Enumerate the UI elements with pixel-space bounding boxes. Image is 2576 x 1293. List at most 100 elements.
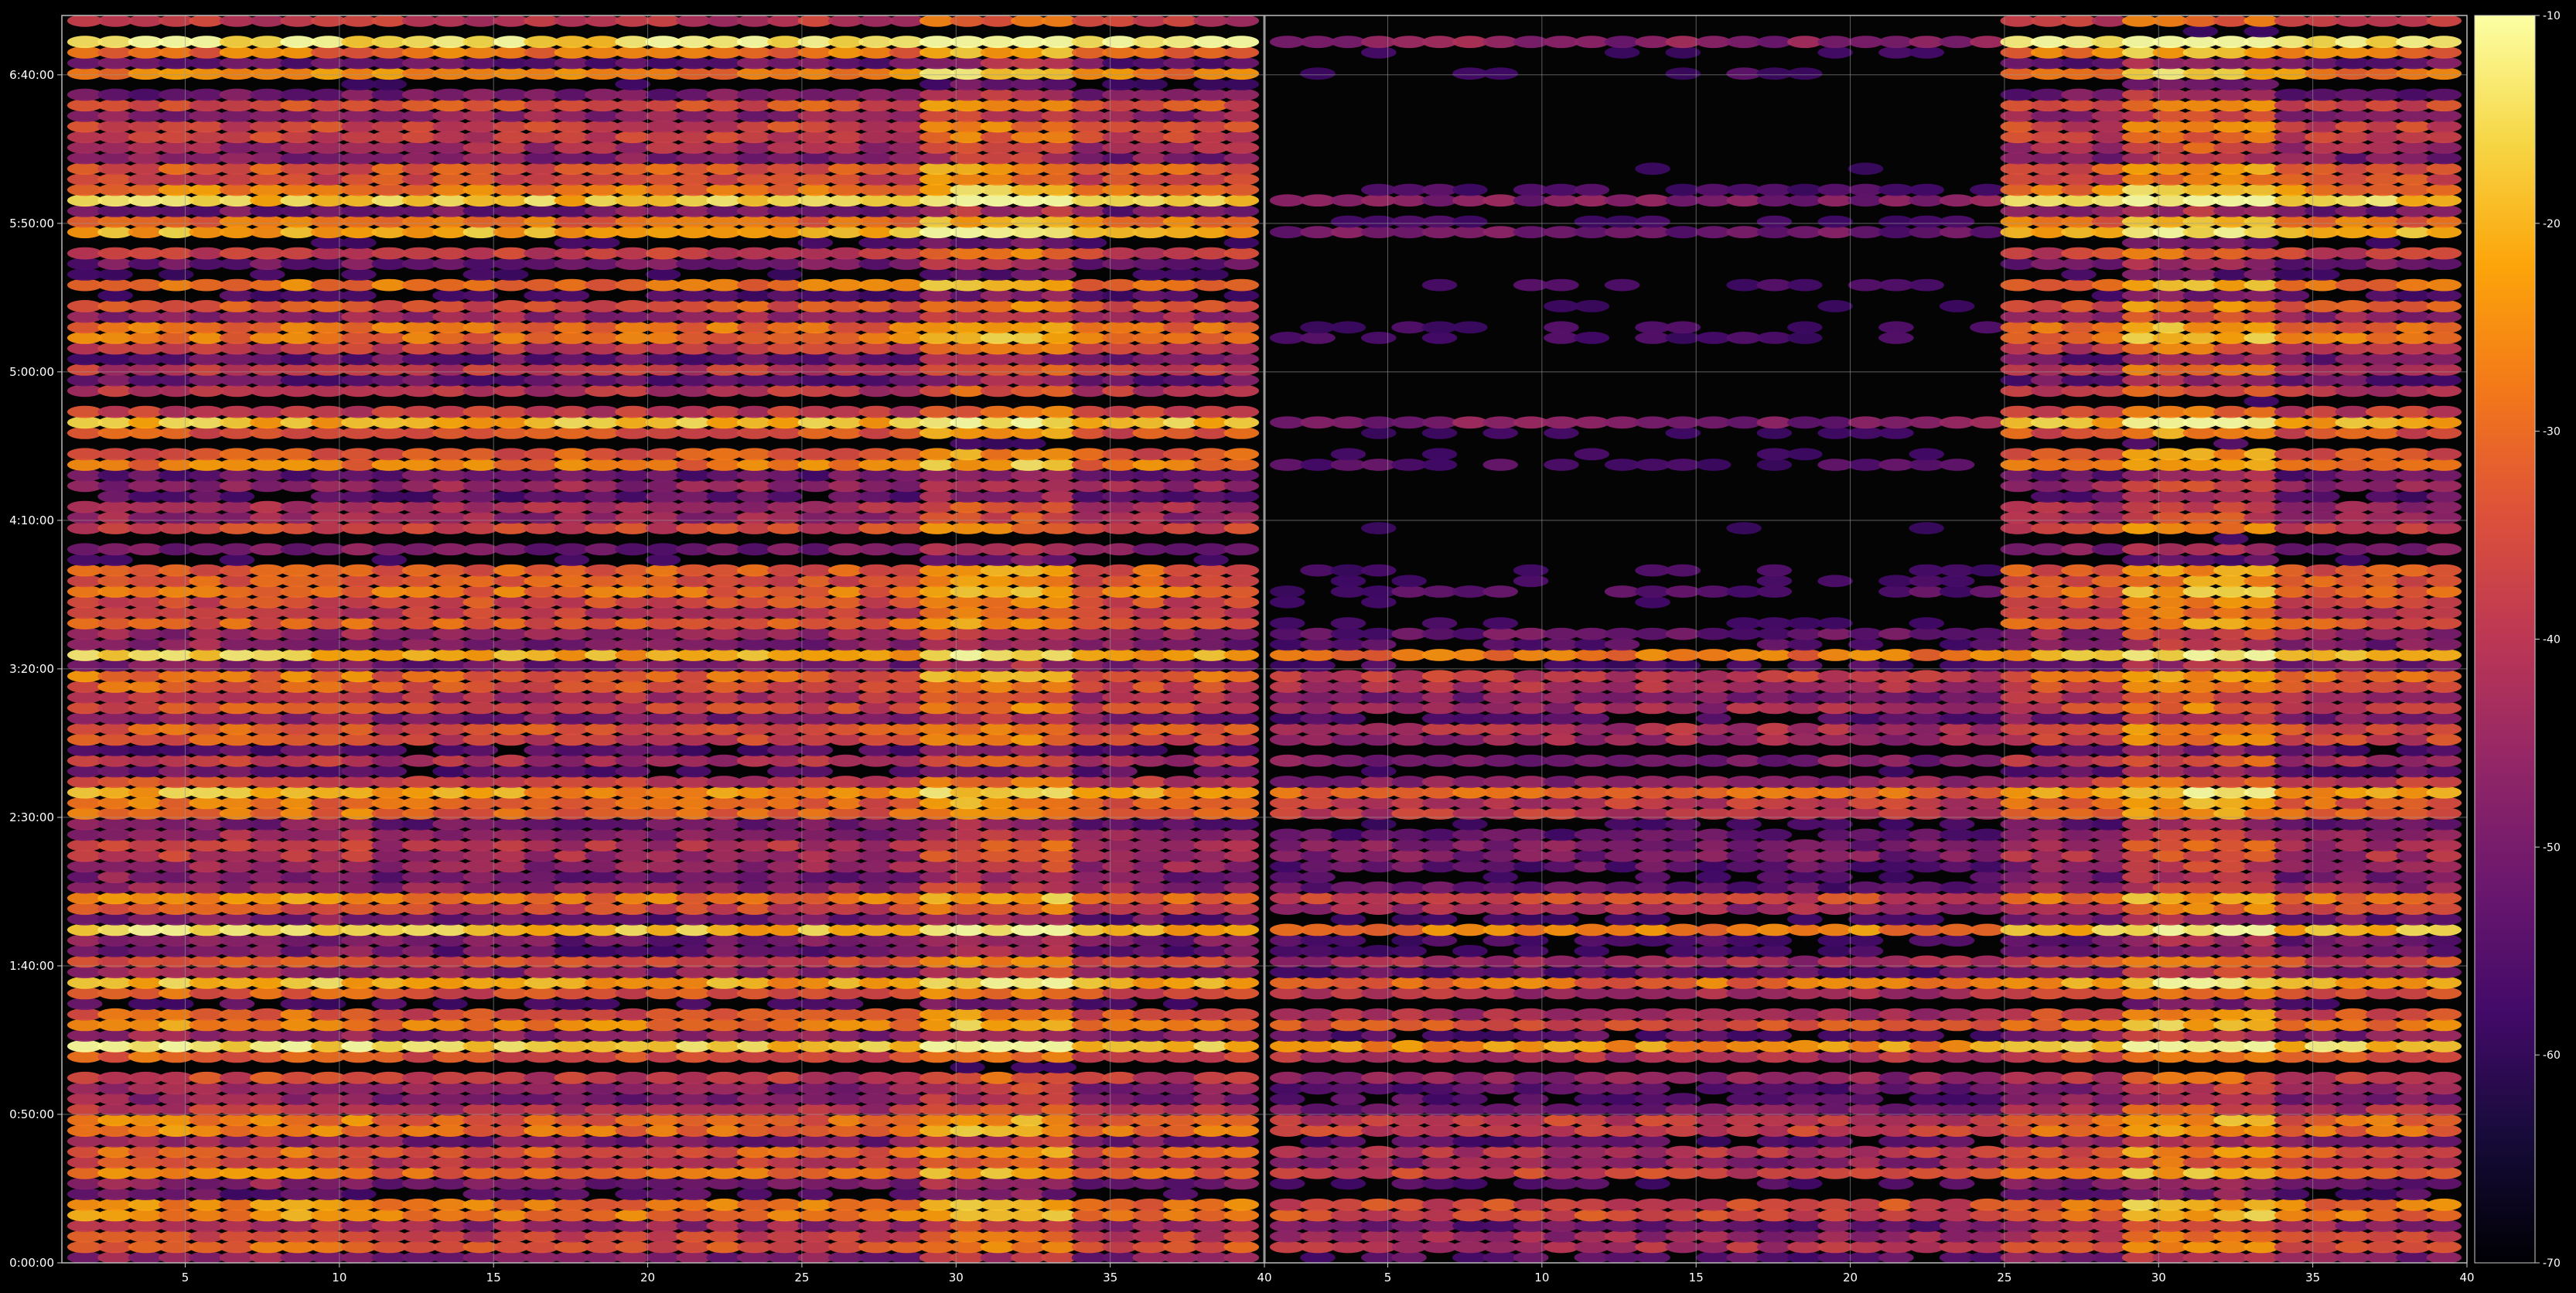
heatmap-cell — [706, 987, 742, 1000]
heatmap-cell — [1102, 459, 1138, 471]
heatmap-cell — [767, 659, 803, 672]
heatmap-cell — [585, 88, 620, 101]
heatmap-cell — [371, 67, 408, 80]
heatmap-cell — [371, 78, 408, 90]
heatmap-cell — [1011, 374, 1046, 387]
heatmap-cell — [2182, 1082, 2219, 1095]
heatmap-cell — [310, 817, 346, 831]
heatmap-cell — [858, 384, 894, 397]
heatmap-cell — [889, 46, 925, 59]
heatmap-cell — [1817, 1156, 1853, 1168]
heatmap-cell — [1102, 1050, 1138, 1063]
heatmap-cell — [2426, 1240, 2462, 1254]
heatmap-cell — [371, 110, 408, 122]
heatmap-cell — [341, 300, 377, 312]
heatmap-cell — [889, 849, 925, 862]
heatmap-cell — [950, 1198, 985, 1211]
heatmap-cell — [219, 595, 255, 609]
heatmap-cell — [1223, 923, 1260, 936]
heatmap-cell — [1132, 638, 1168, 651]
heatmap-cell — [524, 289, 559, 302]
heatmap-cell — [310, 606, 346, 619]
heatmap-cell — [919, 585, 955, 598]
heatmap-cell — [767, 797, 803, 810]
heatmap-cell — [1132, 152, 1168, 165]
heatmap-cell — [2335, 1251, 2370, 1263]
heatmap-cell — [858, 173, 894, 186]
heatmap-cell — [462, 860, 499, 873]
heatmap-cell — [1011, 944, 1046, 957]
heatmap-cell — [2243, 1103, 2279, 1116]
heatmap-cell — [2305, 1240, 2340, 1254]
heatmap-cell — [310, 131, 346, 144]
heatmap-cell — [67, 1209, 103, 1222]
heatmap-cell — [341, 1050, 377, 1063]
heatmap-cell — [401, 342, 438, 355]
heatmap-cell — [919, 363, 955, 376]
heatmap-cell — [706, 817, 742, 831]
heatmap-cell — [1132, 606, 1168, 619]
heatmap-cell — [2030, 1039, 2066, 1052]
heatmap-cell — [189, 88, 224, 101]
heatmap-cell — [827, 374, 864, 387]
heatmap-cell — [706, 649, 742, 661]
heatmap-cell — [1193, 902, 1229, 915]
heatmap-cell — [1513, 1103, 1549, 1116]
heatmap-cell — [462, 1240, 499, 1254]
heatmap-cell — [189, 258, 224, 271]
heatmap-cell — [797, 448, 834, 461]
heatmap-cell — [67, 405, 103, 418]
heatmap-cell — [1223, 691, 1260, 704]
heatmap-cell — [280, 1220, 316, 1233]
heatmap-cell — [1193, 923, 1229, 936]
heatmap-cell — [736, 976, 773, 989]
heatmap-cell — [280, 860, 316, 873]
heatmap-cell — [1193, 1230, 1229, 1243]
heatmap-cell — [676, 258, 711, 271]
heatmap-cell — [919, 849, 955, 862]
heatmap-cell — [189, 944, 224, 957]
heatmap-cell — [1132, 659, 1168, 672]
heatmap-cell — [2121, 1230, 2158, 1243]
heatmap-cell — [706, 701, 742, 715]
heatmap-cell — [128, 353, 164, 366]
heatmap-cell — [827, 617, 864, 629]
heatmap-cell — [950, 67, 985, 80]
heatmap-cell — [401, 701, 438, 715]
heatmap-cell — [706, 691, 742, 704]
heatmap-cell — [889, 226, 925, 239]
heatmap-cell — [736, 1093, 773, 1105]
heatmap-cell — [827, 46, 864, 59]
heatmap-cell — [919, 923, 955, 936]
heatmap-cell — [827, 363, 864, 376]
heatmap-cell — [767, 670, 803, 683]
heatmap-cell — [189, 1114, 224, 1127]
heatmap-cell — [706, 67, 742, 80]
heatmap-cell — [736, 923, 773, 936]
heatmap-cell — [1011, 1018, 1046, 1032]
heatmap-cell — [858, 595, 894, 609]
heatmap-cell — [1011, 543, 1046, 556]
heatmap-cell — [889, 1103, 925, 1116]
heatmap-cell — [827, 353, 864, 366]
heatmap-cell — [1102, 649, 1138, 661]
heatmap-cell — [159, 765, 194, 778]
heatmap-cell — [1132, 332, 1168, 344]
heatmap-cell — [1695, 1209, 1732, 1222]
heatmap-cell — [1071, 595, 1107, 609]
heatmap-cell — [219, 849, 255, 862]
heatmap-cell — [159, 300, 194, 312]
heatmap-cell — [1665, 1103, 1701, 1116]
heatmap-cell — [1132, 786, 1168, 799]
heatmap-cell — [1421, 1082, 1458, 1095]
heatmap-cell — [97, 1198, 133, 1211]
heatmap-cell — [401, 15, 438, 27]
heatmap-cell — [280, 46, 316, 59]
heatmap-cell — [980, 1240, 1016, 1254]
heatmap-cell — [919, 554, 955, 566]
heatmap-cell — [1193, 564, 1229, 577]
heatmap-cell — [401, 1240, 438, 1254]
heatmap-cell — [554, 110, 590, 122]
heatmap-cell — [1132, 595, 1168, 609]
heatmap-cell — [2396, 1188, 2431, 1200]
